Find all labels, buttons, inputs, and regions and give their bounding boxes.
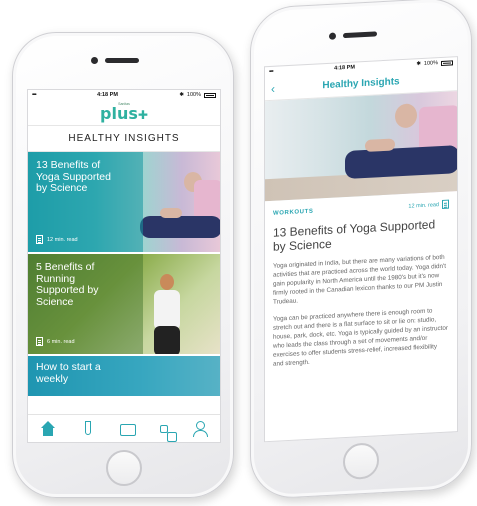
read-time: 6 min. read xyxy=(47,338,75,345)
read-time-text: 12 min. read xyxy=(408,201,439,210)
card-title: 5 Benefits of Running Supported by Scien… xyxy=(36,261,99,308)
article-card-running[interactable]: 5 Benefits of Running Supported by Scien… xyxy=(28,254,220,356)
read-time: 12 min. read xyxy=(47,236,78,243)
earpiece xyxy=(105,58,139,63)
app-logo: Sanitas plus✚ xyxy=(28,100,220,126)
read-time: 12 min. read xyxy=(408,199,449,211)
yoga-figure-image xyxy=(325,101,457,198)
status-time: 4:18 PM xyxy=(334,64,355,72)
home-icon[interactable] xyxy=(40,420,56,437)
category-label: WORKOUTS xyxy=(273,208,314,217)
user-icon[interactable] xyxy=(192,420,208,437)
logo-brand-main: plus✚ xyxy=(100,104,148,123)
card-meta: 12 min. read xyxy=(36,235,78,244)
signal-indicator: •••• xyxy=(32,92,37,98)
phone-right: •••• 4:18 PM ✱ 100% ‹ Healthy Insights W… xyxy=(250,0,472,500)
bottom-navigation xyxy=(28,414,220,442)
home-screen: •••• 4:18 PM ✱ 100% Sanitas plus✚ HEALTH… xyxy=(27,89,221,443)
earpiece xyxy=(343,31,377,39)
article-meta: WORKOUTS 12 min. read xyxy=(273,199,449,218)
article-paragraph-1: Yoga originated in India, but there are … xyxy=(273,253,446,306)
section-title: HEALTHY INSIGHTS xyxy=(28,126,220,152)
status-bar: •••• 4:18 PM ✱ 100% xyxy=(28,90,220,100)
signal-indicator: •••• xyxy=(269,68,273,76)
card-title: 13 Benefits of Yoga Supported by Science xyxy=(36,159,111,194)
bluetooth-icon: ✱ xyxy=(179,92,184,98)
home-button[interactable] xyxy=(343,442,379,481)
swap-icon[interactable] xyxy=(160,424,177,442)
document-icon xyxy=(36,235,43,244)
card-title: How to start a weekly xyxy=(36,361,101,385)
front-camera xyxy=(329,32,336,40)
battery-icon xyxy=(204,92,216,98)
battery-percent: 100% xyxy=(423,60,438,67)
article-body: WORKOUTS 12 min. read 13 Benefits of Yog… xyxy=(265,191,457,383)
battery-percent: 100% xyxy=(186,92,201,98)
battery-icon xyxy=(441,59,453,66)
device-mockup-stage: •••• 4:18 PM ✱ 100% Sanitas plus✚ HEALTH… xyxy=(0,0,477,506)
header-title: Healthy Insights xyxy=(322,76,400,92)
article-screen: •••• 4:18 PM ✱ 100% ‹ Healthy Insights W… xyxy=(264,56,458,443)
card-meta: 6 min. read xyxy=(36,337,75,346)
front-camera xyxy=(91,57,98,64)
article-card-yoga[interactable]: 13 Benefits of Yoga Supported by Science… xyxy=(28,152,220,254)
article-card-weekly[interactable]: How to start a weekly xyxy=(28,356,220,398)
home-button[interactable] xyxy=(106,450,142,486)
runner-image xyxy=(138,272,198,354)
test-tube-icon[interactable] xyxy=(80,420,96,437)
plus-icon: ✚ xyxy=(137,108,148,122)
document-icon xyxy=(36,337,43,346)
hero-image xyxy=(265,91,457,202)
article-paragraph-2: Yoga can be practiced anywhere there is … xyxy=(273,307,449,368)
back-chevron-icon[interactable]: ‹ xyxy=(271,81,275,95)
yoga-figure-image xyxy=(132,172,220,252)
document-icon xyxy=(442,199,449,209)
bluetooth-icon: ✱ xyxy=(416,61,421,68)
phone-left: •••• 4:18 PM ✱ 100% Sanitas plus✚ HEALTH… xyxy=(12,32,234,498)
folder-icon[interactable] xyxy=(120,424,136,436)
article-title: 13 Benefits of Yoga Supported by Science xyxy=(273,217,436,254)
status-time: 4:18 PM xyxy=(97,92,118,98)
